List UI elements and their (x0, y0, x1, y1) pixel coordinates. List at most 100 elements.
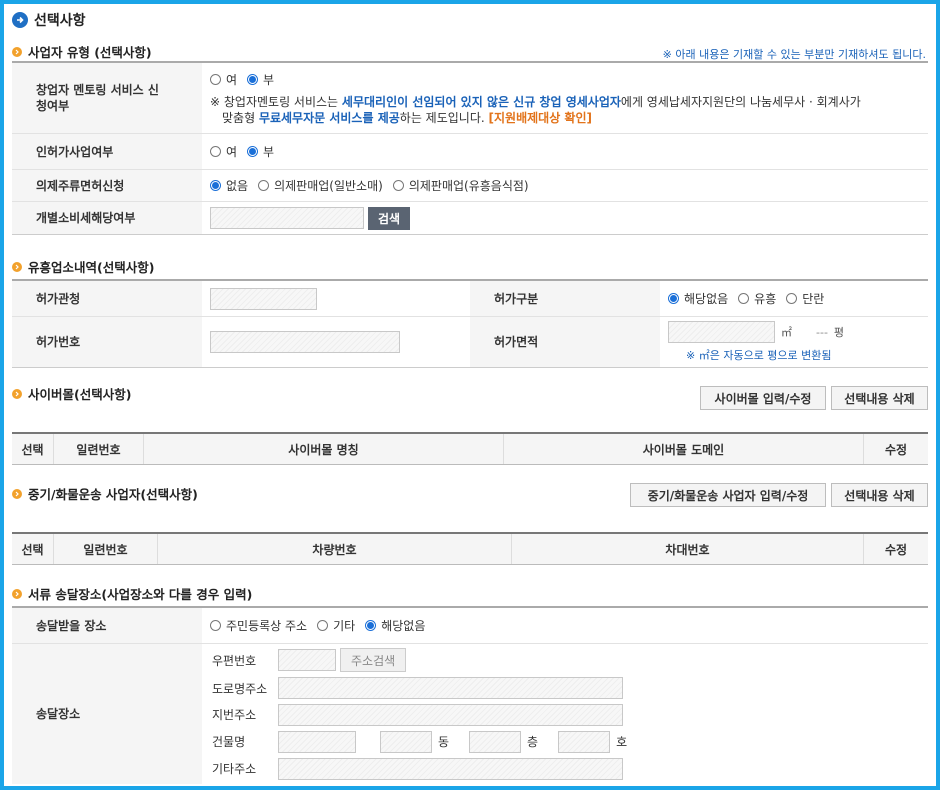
cybermall-table-header: 선택 일련번호 사이버몰 명칭 사이버몰 도메인 수정 (12, 432, 928, 465)
license-no-radio[interactable]: 부 (247, 143, 274, 160)
radio-circle-icon (210, 620, 221, 631)
address-label: 송달장소 (12, 644, 202, 784)
cybermall-title-text: 사이버몰(선택사항) (28, 387, 132, 402)
pyeong-value: --- (816, 325, 828, 339)
liquor-label: 의제주류면허신청 (12, 170, 202, 201)
col-select: 선택 (12, 434, 54, 464)
area-note: ※ ㎡은 자동으로 평으로 변환됨 (686, 349, 832, 362)
excise-search-button[interactable]: 검색 (368, 206, 411, 230)
radio-circle-icon (786, 293, 798, 304)
license-row: 인허가사업여부 여 부 (12, 134, 928, 170)
freight-table-header: 선택 일련번호 차량번호 차대번호 수정 (12, 532, 928, 565)
arrow-right-circle-icon (12, 12, 28, 28)
area-unit: ㎡ (781, 326, 792, 339)
excise-input[interactable] (210, 207, 364, 229)
place-resident-radio[interactable]: 주민등록상 주소 (210, 617, 307, 634)
freight-title-text: 중기/화물운송 사업자(선택사항) (28, 487, 198, 502)
mentoring-row: 창업자 멘토링 서비스 신청여부 여 부 ※ 창업자멘토링 서비스는 세무대리인… (12, 63, 928, 134)
radio-circle-icon (258, 180, 270, 191)
zipcode-input[interactable] (278, 649, 336, 672)
business-type-panel: 창업자 멘토링 서비스 신청여부 여 부 ※ 창업자멘토링 서비스는 세무대리인… (12, 61, 928, 235)
zipcode-label: 우편번호 (212, 653, 257, 668)
ho-unit: 호 (616, 735, 628, 750)
mentoring-yes-radio[interactable]: 여 (210, 71, 237, 88)
dong-input[interactable] (380, 730, 432, 753)
mentoring-no-radio[interactable]: 부 (247, 71, 274, 88)
area-input[interactable] (668, 321, 775, 343)
floor-unit: 층 (527, 735, 539, 750)
floor-input[interactable] (469, 730, 522, 753)
col-edit: 수정 (884, 542, 908, 557)
freight-delete-button[interactable]: 선택내용 삭제 (831, 483, 928, 507)
address-search-button[interactable]: 주소검색 (340, 648, 407, 673)
building-label: 건물명 (212, 735, 246, 750)
col-serial: 일련번호 (54, 434, 144, 464)
bullet-arrow-icon (12, 388, 22, 399)
excise-row: 개별소비세해당여부 검색 (12, 202, 928, 234)
road-address-input[interactable] (278, 677, 623, 700)
road-address-label: 도로명주소 (212, 681, 268, 696)
bullet-arrow-icon (12, 261, 22, 272)
radio-circle-icon (210, 146, 221, 157)
authority-label: 허가관청 (12, 281, 202, 316)
col-serial: 일련번호 (54, 534, 158, 564)
place-label: 송달받을 장소 (12, 608, 202, 643)
place-other-radio[interactable]: 기타 (317, 617, 355, 634)
col-select: 선택 (12, 534, 54, 564)
page-title: 선택사항 (12, 10, 86, 30)
entertainment-title: 유흥업소내역(선택사항) (12, 257, 154, 276)
liquor-retail-radio[interactable]: 의제판매업(일반소매) (258, 177, 383, 194)
lot-address-input[interactable] (278, 703, 623, 726)
radio-checked-icon (247, 73, 259, 85)
excise-label: 개별소비세해당여부 (12, 202, 202, 234)
delivery-panel: 송달받을 장소 주민등록상 주소 기타 해당없음 송달장소 우편번호 주소검색 … (12, 606, 928, 784)
cybermall-title: 사이버몰(선택사항) (12, 384, 131, 403)
lot-address-label: 지번주소 (212, 708, 257, 723)
optional-note: ※ 아래 내용은 기재할 수 있는 부분만 기재하셔도 됩니다. (662, 48, 926, 61)
freight-title: 중기/화물운송 사업자(선택사항) (12, 484, 198, 503)
category-none-radio[interactable]: 해당없음 (668, 290, 728, 307)
radio-checked-icon (365, 620, 377, 631)
col-vehicle-number: 차량번호 (158, 534, 512, 564)
col-mall-domain: 사이버몰 도메인 (504, 434, 864, 464)
delivery-title: 서류 송달장소(사업장소와 다를 경우 입력) (12, 584, 252, 603)
business-type-title-text: 사업자 유형 (선택사항) (28, 45, 152, 60)
delivery-title-text: 서류 송달장소(사업장소와 다를 경우 입력) (28, 587, 253, 602)
license-yes-radio[interactable]: 여 (210, 143, 237, 160)
pyeong-unit: 평 (833, 326, 845, 339)
radio-circle-icon (317, 620, 329, 631)
category-label: 허가구분 (470, 281, 660, 316)
authority-input[interactable] (210, 287, 317, 310)
radio-circle-icon (210, 73, 221, 85)
radio-checked-icon (668, 293, 679, 304)
category-danran-radio[interactable]: 단란 (786, 290, 824, 307)
liquor-entertainment-radio[interactable]: 의제판매업(유흥음식점) (392, 177, 529, 194)
cybermall-delete-button[interactable]: 선택내용 삭제 (831, 386, 928, 410)
ho-input[interactable] (558, 730, 611, 753)
entertainment-panel: 허가관청 허가구분 해당없음 유흥 단란 허가번호 허가면적 ㎡ --- 평 ※… (12, 279, 928, 368)
license-number-input[interactable] (210, 331, 400, 353)
dong-unit: 동 (438, 735, 450, 750)
col-edit: 수정 (884, 442, 908, 457)
freight-input-button[interactable]: 중기/화물운송 사업자 입력/수정 (630, 483, 826, 507)
exclusion-check-link[interactable]: [지원배제대상 확인] (489, 111, 592, 125)
bullet-arrow-icon (12, 46, 22, 57)
area-label: 허가면적 (470, 317, 660, 367)
entertainment-title-text: 유흥업소내역(선택사항) (28, 260, 155, 275)
other-address-input[interactable] (278, 757, 623, 780)
radio-checked-icon (210, 180, 221, 191)
place-none-radio[interactable]: 해당없음 (365, 617, 425, 634)
radio-checked-icon (247, 146, 259, 157)
business-type-title: 사업자 유형 (선택사항) (12, 42, 152, 61)
page-title-text: 선택사항 (34, 13, 86, 29)
liquor-row: 의제주류면허신청 없음 의제판매업(일반소매) 의제판매업(유흥음식점) (12, 170, 928, 202)
radio-circle-icon (738, 293, 750, 304)
mentoring-description: ※ 창업자멘토링 서비스는 세무대리인이 선임되어 있지 않은 신규 창업 영세… (210, 94, 861, 125)
category-entertainment-radio[interactable]: 유흥 (738, 290, 776, 307)
cybermall-input-button[interactable]: 사이버몰 입력/수정 (700, 386, 826, 410)
liquor-none-radio[interactable]: 없음 (210, 177, 248, 194)
building-name-input[interactable] (278, 730, 356, 753)
bullet-arrow-icon (12, 588, 22, 599)
col-mall-name: 사이버몰 명칭 (144, 434, 504, 464)
license-label: 인허가사업여부 (12, 134, 202, 169)
